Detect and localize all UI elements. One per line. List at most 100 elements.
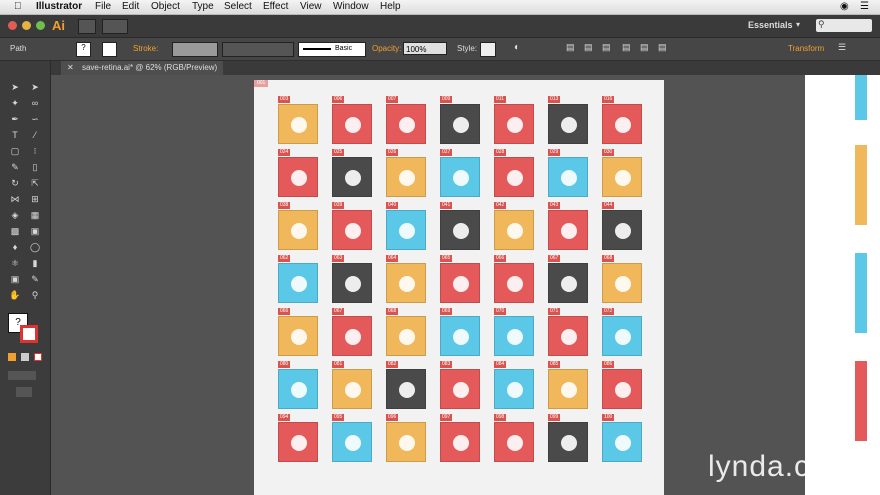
cc-icon[interactable]: ◉ xyxy=(840,1,849,12)
align-center-icon[interactable]: ▤ xyxy=(584,42,593,53)
menu-window[interactable]: Window xyxy=(333,1,369,12)
stroke-swatch[interactable] xyxy=(102,42,117,57)
icon-tile[interactable] xyxy=(332,210,372,250)
direct-selection-tool-icon[interactable]: ➤ xyxy=(28,81,42,93)
rotate-tool-icon[interactable]: ↻ xyxy=(8,177,22,189)
blend-tool-icon[interactable]: ◯ xyxy=(28,241,42,253)
menu-effect[interactable]: Effect xyxy=(263,1,288,12)
menu-object[interactable]: Object xyxy=(151,1,180,12)
curvature-tool-icon[interactable]: ∽ xyxy=(28,113,42,125)
icon-tile[interactable] xyxy=(332,369,372,409)
recolor-artwork-icon[interactable]: ◐ xyxy=(514,42,520,53)
icon-tile[interactable] xyxy=(602,263,642,303)
width-tool-icon[interactable]: ⋈ xyxy=(8,193,22,205)
icon-tile[interactable] xyxy=(386,157,426,197)
variable-width-field[interactable] xyxy=(222,42,294,57)
icon-tile[interactable] xyxy=(332,316,372,356)
magic-wand-tool-icon[interactable]: ✦ xyxy=(8,97,22,109)
icon-tile[interactable] xyxy=(602,210,642,250)
icon-tile[interactable] xyxy=(440,422,480,462)
drawing-mode-button[interactable] xyxy=(8,371,36,380)
artboard-tool-icon[interactable]: ▣ xyxy=(8,273,22,285)
screen-mode-button[interactable] xyxy=(16,387,32,397)
line-tool-icon[interactable]: ⁄ xyxy=(28,129,42,141)
icon-tile[interactable] xyxy=(494,422,534,462)
stroke-swatch-large[interactable] xyxy=(20,325,38,343)
gradient-tool-icon[interactable]: ▣ xyxy=(28,225,42,237)
icon-tile[interactable] xyxy=(332,422,372,462)
close-tab-icon[interactable]: ✕ xyxy=(67,63,74,72)
icon-tile[interactable] xyxy=(278,263,318,303)
transform-link[interactable]: Transform xyxy=(788,44,824,53)
menu-type[interactable]: Type xyxy=(192,1,214,12)
icon-tile[interactable] xyxy=(386,263,426,303)
icon-tile[interactable] xyxy=(278,422,318,462)
align-middle-icon[interactable]: ▤ xyxy=(640,42,649,53)
menubar-menu-icon[interactable]: ☰ xyxy=(860,1,869,12)
icon-tile[interactable] xyxy=(332,157,372,197)
icon-tile[interactable] xyxy=(440,157,480,197)
fill-stroke-widget[interactable]: ? xyxy=(8,313,40,345)
icon-tile[interactable] xyxy=(548,157,588,197)
perspective-grid-tool-icon[interactable]: ▦ xyxy=(28,209,42,221)
workspace-chevron-down-icon[interactable]: ▾ xyxy=(796,20,800,29)
icon-tile[interactable] xyxy=(440,369,480,409)
icon-tile[interactable] xyxy=(440,104,480,144)
graphic-style-swatch[interactable] xyxy=(480,42,496,57)
gradient-mode-button[interactable] xyxy=(21,353,29,361)
search-field[interactable]: ⚲ xyxy=(816,19,872,32)
document-tab[interactable]: ✕ save-retina.ai* @ 62% (RGB/Preview) xyxy=(61,61,224,75)
mesh-tool-icon[interactable]: ▩ xyxy=(8,225,22,237)
window-zoom-icon[interactable] xyxy=(36,21,45,30)
icon-tile[interactable] xyxy=(440,316,480,356)
icon-tile[interactable] xyxy=(386,210,426,250)
icon-tile[interactable] xyxy=(494,157,534,197)
icon-tile[interactable] xyxy=(548,104,588,144)
icon-tile[interactable] xyxy=(386,316,426,356)
free-transform-tool-icon[interactable]: ⊞ xyxy=(28,193,42,205)
icon-tile[interactable] xyxy=(548,369,588,409)
icon-tile[interactable] xyxy=(548,263,588,303)
menu-file[interactable]: File xyxy=(95,1,111,12)
align-top-icon[interactable]: ▤ xyxy=(622,42,631,53)
align-left-icon[interactable]: ▤ xyxy=(566,42,575,53)
icon-tile[interactable] xyxy=(548,422,588,462)
opacity-field[interactable]: 100% xyxy=(403,42,447,55)
align-right-icon[interactable]: ▤ xyxy=(602,42,611,53)
icon-tile[interactable] xyxy=(386,369,426,409)
icon-tile[interactable] xyxy=(332,104,372,144)
icon-tile[interactable] xyxy=(386,422,426,462)
eraser-tool-icon[interactable]: ▯ xyxy=(28,161,42,173)
bridge-button[interactable] xyxy=(78,19,96,34)
icon-tile[interactable] xyxy=(494,316,534,356)
stroke-weight-field[interactable] xyxy=(172,42,218,57)
icon-tile[interactable] xyxy=(440,210,480,250)
window-minimize-icon[interactable] xyxy=(22,21,31,30)
selection-tool-icon[interactable]: ➤ xyxy=(8,81,22,93)
workspace-switcher[interactable]: Essentials xyxy=(748,20,793,30)
icon-tile[interactable] xyxy=(278,157,318,197)
shape-builder-tool-icon[interactable]: ◈ xyxy=(8,209,22,221)
icon-tile[interactable] xyxy=(494,104,534,144)
color-mode-button[interactable] xyxy=(8,353,16,361)
icon-tile[interactable] xyxy=(602,316,642,356)
eyedropper-tool-icon[interactable]: ♦ xyxy=(8,241,22,253)
zoom-tool-icon[interactable]: ⚲ xyxy=(28,289,42,301)
fill-swatch[interactable]: ? xyxy=(76,42,91,57)
rectangle-tool-icon[interactable]: ▢ xyxy=(8,145,22,157)
icon-tile[interactable] xyxy=(602,369,642,409)
column-graph-tool-icon[interactable]: ▮ xyxy=(28,257,42,269)
icon-tile[interactable] xyxy=(386,104,426,144)
icon-tile[interactable] xyxy=(602,422,642,462)
none-mode-button[interactable] xyxy=(34,353,42,361)
hand-tool-icon[interactable]: ✋ xyxy=(8,289,22,301)
icon-tile[interactable] xyxy=(494,263,534,303)
paintbrush-tool-icon[interactable]: ⁝ xyxy=(28,145,42,157)
pen-tool-icon[interactable]: ✒ xyxy=(8,113,22,125)
menu-select[interactable]: Select xyxy=(224,1,252,12)
icon-tile[interactable] xyxy=(602,157,642,197)
arrange-documents-button[interactable] xyxy=(102,19,128,34)
symbol-sprayer-tool-icon[interactable]: ⚛ xyxy=(8,257,22,269)
icon-tile[interactable] xyxy=(494,210,534,250)
window-close-icon[interactable] xyxy=(8,21,17,30)
